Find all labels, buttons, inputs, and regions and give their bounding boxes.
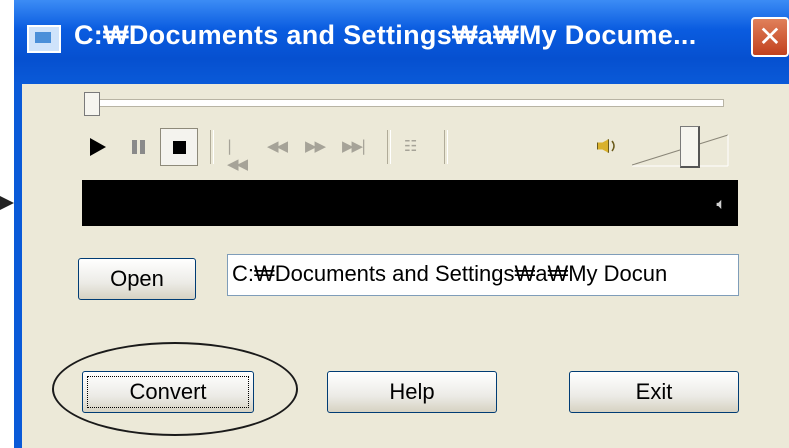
fast-forward-icon[interactable]: ▶▶: [305, 137, 326, 155]
help-button[interactable]: Help: [327, 371, 497, 413]
toolbar-divider: [387, 130, 391, 164]
display-speaker-icon: 🔈︎: [716, 194, 726, 213]
playlist-icon[interactable]: ☷: [404, 137, 418, 155]
toolbar-divider: [444, 130, 448, 164]
window-title: C:₩Documents and Settings₩a₩My Docume...: [74, 20, 697, 50]
open-button[interactable]: Open: [78, 258, 196, 300]
file-path-field[interactable]: C:₩Documents and Settings₩a₩My Docun: [227, 254, 739, 296]
client-area: |◀◀ ◀◀ ▶▶ ▶▶| ☷ 🔈︎ Open C:₩Documents and…: [22, 84, 789, 448]
skip-next-icon[interactable]: ▶▶|: [342, 137, 366, 155]
exit-button[interactable]: Exit: [569, 371, 739, 413]
convert-button[interactable]: Convert: [82, 371, 254, 413]
stop-icon[interactable]: [160, 128, 198, 166]
speaker-icon[interactable]: [597, 134, 623, 158]
play-icon[interactable]: [82, 130, 116, 164]
pointer-arrow-icon: [0, 196, 14, 210]
rewind-icon[interactable]: ◀◀: [267, 137, 288, 155]
seek-slider-handle[interactable]: [84, 92, 100, 116]
title-bar[interactable]: C:₩Documents and Settings₩a₩My Docume...…: [14, 0, 789, 84]
pause-icon[interactable]: [122, 130, 156, 164]
close-button[interactable]: ✕: [751, 17, 789, 57]
skip-previous-icon[interactable]: |◀◀: [227, 137, 248, 173]
seek-bar[interactable]: [84, 99, 724, 107]
toolbar-divider: [210, 130, 214, 164]
app-window: C:₩Documents and Settings₩a₩My Docume...…: [14, 0, 789, 448]
focus-rectangle: [87, 376, 249, 408]
app-icon: [27, 25, 61, 53]
video-display: 🔈︎: [82, 180, 738, 226]
volume-slider-handle[interactable]: [680, 126, 700, 168]
